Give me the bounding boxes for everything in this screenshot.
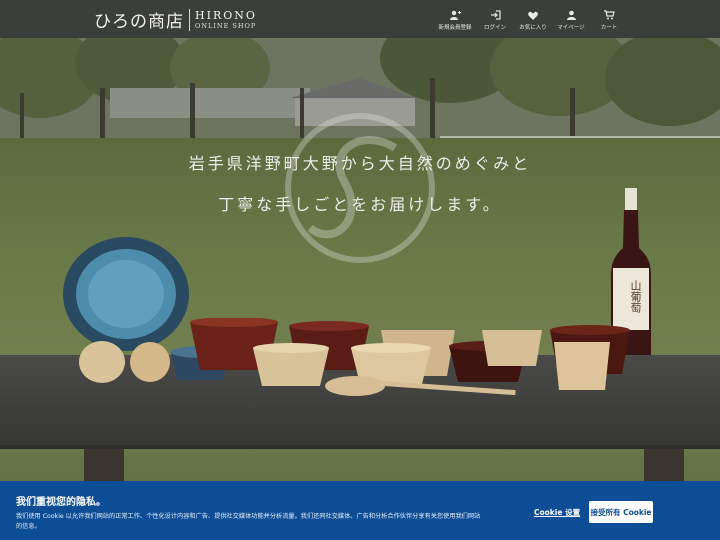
logo-subtext: ONLINE SHOP xyxy=(195,21,257,30)
nav-favorites-label: お気に入り xyxy=(519,25,547,31)
nav-favorites[interactable]: お気に入り xyxy=(514,9,552,31)
cookie-text: 我们使用 Cookie 以允许我们网站的正常工作、个性化设计内容和广告、提供社交… xyxy=(16,513,481,530)
site-logo[interactable]: ひろの商店 HIRONO ONLINE SHOP xyxy=(94,7,257,32)
table-leg xyxy=(644,449,684,484)
cookie-settings-button[interactable]: Cookie 设置 xyxy=(534,507,580,518)
login-icon xyxy=(488,9,502,21)
user-plus-icon xyxy=(448,9,462,21)
heart-icon xyxy=(526,9,540,21)
user-icon xyxy=(564,9,578,21)
logo-text-jp: ひろの商店 xyxy=(94,12,184,32)
nav-login-label: ログイン xyxy=(483,25,506,31)
header-nav: 新規会員登録 ログイン お気に入り マイページ カート xyxy=(434,9,628,31)
cart-icon xyxy=(602,9,616,21)
hero-tagline-1: 岩手県洋野町大野から大自然のめぐみと xyxy=(188,154,532,173)
nav-register[interactable]: 新規会員登録 xyxy=(434,9,476,31)
table-leg xyxy=(84,449,124,484)
logo-text-en: HIRONO xyxy=(195,8,257,22)
nav-login[interactable]: ログイン xyxy=(476,9,514,31)
tableware-collection xyxy=(79,318,630,396)
hirono-watermark-icon xyxy=(285,113,435,263)
nav-mypage[interactable]: マイページ xyxy=(552,9,590,31)
cookie-banner: 我们重视您的隐私。 我们使用 Cookie 以允许我们网站的正常工作、个性化设计… xyxy=(0,481,720,540)
nav-cart-label: カート xyxy=(600,25,618,31)
nav-register-label: 新規会員登録 xyxy=(438,25,472,31)
cookie-title: 我们重视您的隐私。 xyxy=(16,497,106,508)
nav-mypage-label: マイページ xyxy=(557,25,585,31)
bottle-label: 山葡萄 xyxy=(629,280,642,313)
site-header: ひろの商店 HIRONO ONLINE SHOP 新規会員登録 ログイン お気に… xyxy=(0,0,720,38)
hero-section: 岩手県洋野町大野から大自然のめぐみと 丁寧な手しごとをお届けします。 山葡萄 xyxy=(0,0,720,540)
accept-all-cookies-button[interactable]: 接受所有 Cookie xyxy=(589,501,653,523)
nav-cart[interactable]: カート xyxy=(590,9,628,31)
